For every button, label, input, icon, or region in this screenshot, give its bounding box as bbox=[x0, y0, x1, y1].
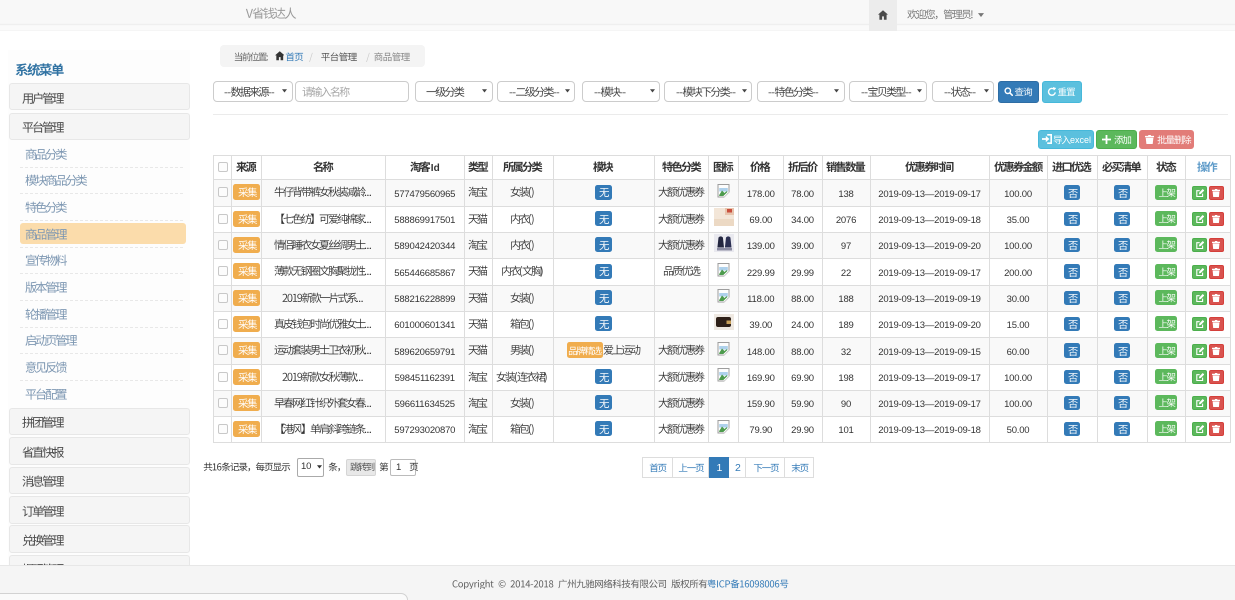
svg-text:excel: excel bbox=[1070, 135, 1091, 145]
